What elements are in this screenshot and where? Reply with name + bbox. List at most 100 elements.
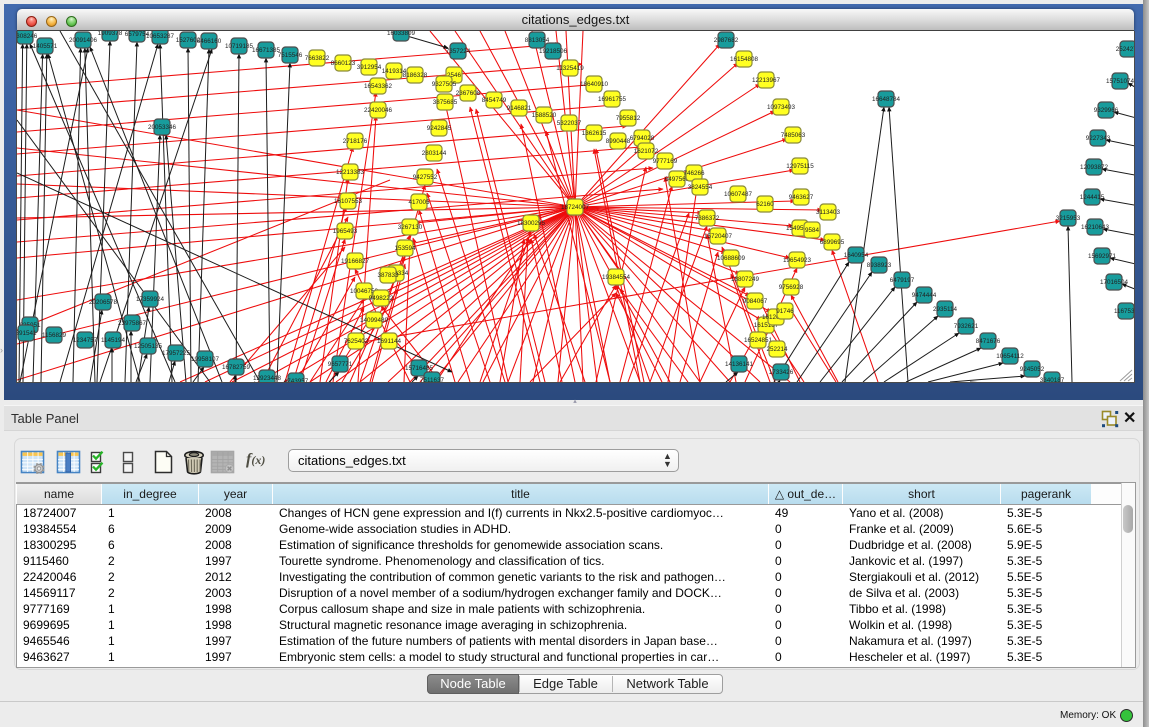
svg-text:12213383: 12213383 <box>336 169 365 176</box>
svg-text:20053346: 20053346 <box>148 124 177 131</box>
svg-text:2718176: 2718176 <box>343 138 368 145</box>
svg-text:391541: 391541 <box>17 330 37 337</box>
svg-text:8454749: 8454749 <box>482 97 507 104</box>
svg-text:14136141: 14136141 <box>725 361 754 368</box>
svg-text:8938923: 8938923 <box>867 262 892 269</box>
svg-text:10688609: 10688609 <box>717 255 746 262</box>
svg-text:7485063: 7485063 <box>781 132 806 139</box>
svg-text:252214: 252214 <box>766 346 788 353</box>
svg-text:18807249: 18807249 <box>731 276 760 283</box>
svg-text:7625402: 7625402 <box>344 338 369 345</box>
svg-text:9227343: 9227343 <box>1086 135 1111 142</box>
svg-text:7386372: 7386372 <box>695 215 720 222</box>
svg-text:746266: 746266 <box>683 170 705 177</box>
svg-text:9777169: 9777169 <box>653 158 678 165</box>
svg-text:7357224: 7357224 <box>446 48 471 55</box>
svg-text:10654112: 10654112 <box>996 353 1024 360</box>
svg-text:9427552: 9427552 <box>413 174 438 181</box>
svg-text:16154808: 16154808 <box>730 56 759 63</box>
svg-text:14099489: 14099489 <box>360 317 389 324</box>
svg-text:387833: 387833 <box>377 272 399 279</box>
svg-text:12093872: 12093872 <box>1080 164 1109 171</box>
svg-text:16648784: 16648784 <box>872 96 901 103</box>
svg-text:3267130: 3267130 <box>398 224 423 231</box>
svg-text:15720407: 15720407 <box>704 233 733 240</box>
svg-text:91746: 91746 <box>776 308 794 315</box>
svg-text:8471676: 8471676 <box>976 338 1001 345</box>
svg-text:0308246: 0308246 <box>17 33 38 40</box>
svg-text:10653287: 10653287 <box>146 33 175 40</box>
svg-text:3215953: 3215953 <box>1056 215 1081 222</box>
svg-text:2524273: 2524273 <box>1116 46 1134 53</box>
svg-text:19654923: 19654923 <box>783 257 812 264</box>
svg-text:11325419: 11325419 <box>556 65 584 72</box>
svg-text:8990448: 8990448 <box>606 138 631 145</box>
svg-text:17016504: 17016504 <box>1100 279 1129 286</box>
svg-text:9498222: 9498222 <box>369 295 394 302</box>
svg-text:1691144: 1691144 <box>377 338 402 345</box>
svg-text:16543362: 16543362 <box>364 83 393 90</box>
svg-text:9242845: 9242845 <box>427 125 452 132</box>
svg-text:16782759: 16782759 <box>222 364 251 371</box>
svg-text:1244415: 1244415 <box>1080 194 1105 201</box>
svg-text:15751074: 15751074 <box>1106 78 1134 85</box>
svg-text:10973493: 10973493 <box>767 104 796 111</box>
svg-text:19958107: 19958107 <box>191 356 220 363</box>
svg-text:8186328: 8186328 <box>403 72 428 79</box>
svg-text:4743957: 4743957 <box>284 378 309 382</box>
svg-text:1640954: 1640954 <box>844 252 869 259</box>
svg-text:6899695: 6899695 <box>820 239 845 246</box>
svg-text:6794028: 6794028 <box>630 135 655 142</box>
svg-text:12923448: 12923448 <box>253 375 282 382</box>
svg-text:7932621: 7932621 <box>954 323 979 330</box>
svg-text:1167533: 1167533 <box>1114 308 1134 315</box>
svg-text:16210643: 16210643 <box>1081 224 1110 231</box>
svg-text:3824554: 3824554 <box>688 184 713 191</box>
svg-text:9463627: 9463627 <box>789 194 814 201</box>
svg-text:9245052: 9245052 <box>1020 366 1045 373</box>
svg-text:9329966: 9329966 <box>1094 107 1119 114</box>
svg-text:1362615: 1362615 <box>582 130 607 137</box>
svg-text:9084067: 9084067 <box>743 298 768 305</box>
svg-text:7955812: 7955812 <box>616 115 641 122</box>
svg-text:2935114: 2935114 <box>933 306 958 313</box>
svg-text:7515546: 7515546 <box>278 52 303 59</box>
svg-text:7663822: 7663822 <box>305 55 330 62</box>
svg-text:9657771: 9657771 <box>328 361 353 368</box>
svg-text:16107553: 16107553 <box>334 198 363 205</box>
svg-text:16671385: 16671385 <box>252 47 281 54</box>
svg-text:22420046: 22420046 <box>364 107 393 114</box>
svg-text:8660123: 8660123 <box>331 60 356 67</box>
svg-text:18640910: 18640910 <box>580 81 609 88</box>
svg-text:1156829: 1156829 <box>42 332 67 339</box>
svg-text:3912954: 3912954 <box>357 64 382 71</box>
svg-text:1234757: 1234757 <box>73 337 98 344</box>
svg-text:62160: 62160 <box>756 201 774 208</box>
svg-text:12505135: 12505135 <box>134 343 163 350</box>
svg-text:10719185: 10719185 <box>225 43 254 50</box>
svg-text:23975867: 23975867 <box>118 320 147 327</box>
svg-text:19218506: 19218506 <box>539 48 568 55</box>
svg-text:1621072: 1621072 <box>634 148 659 155</box>
svg-text:17957225: 17957225 <box>162 350 191 357</box>
svg-text:2803144: 2803144 <box>422 150 447 157</box>
svg-text:18724007: 18724007 <box>561 204 590 211</box>
svg-text:1405571: 1405571 <box>33 43 58 50</box>
svg-text:1145194: 1145194 <box>101 337 126 344</box>
svg-text:3340187: 3340187 <box>1040 377 1065 382</box>
svg-text:2367608: 2367608 <box>456 90 481 97</box>
svg-text:20206578: 20206578 <box>89 299 118 306</box>
svg-text:16961755: 16961755 <box>598 96 627 103</box>
svg-text:16524851: 16524851 <box>744 337 773 344</box>
svg-text:3113403: 3113403 <box>816 209 841 216</box>
svg-text:2987682: 2987682 <box>714 37 739 44</box>
svg-text:6479197: 6479197 <box>890 277 915 284</box>
svg-text:19384554: 19384554 <box>602 274 631 281</box>
svg-text:153594: 153594 <box>394 245 416 252</box>
svg-text:1588520: 1588520 <box>532 112 557 119</box>
svg-text:20091406: 20091406 <box>69 37 98 44</box>
svg-text:18300295: 18300295 <box>517 220 546 227</box>
svg-text:3875685: 3875685 <box>433 99 458 106</box>
svg-text:9146821: 9146821 <box>507 105 532 112</box>
svg-text:17359924: 17359924 <box>136 296 165 303</box>
